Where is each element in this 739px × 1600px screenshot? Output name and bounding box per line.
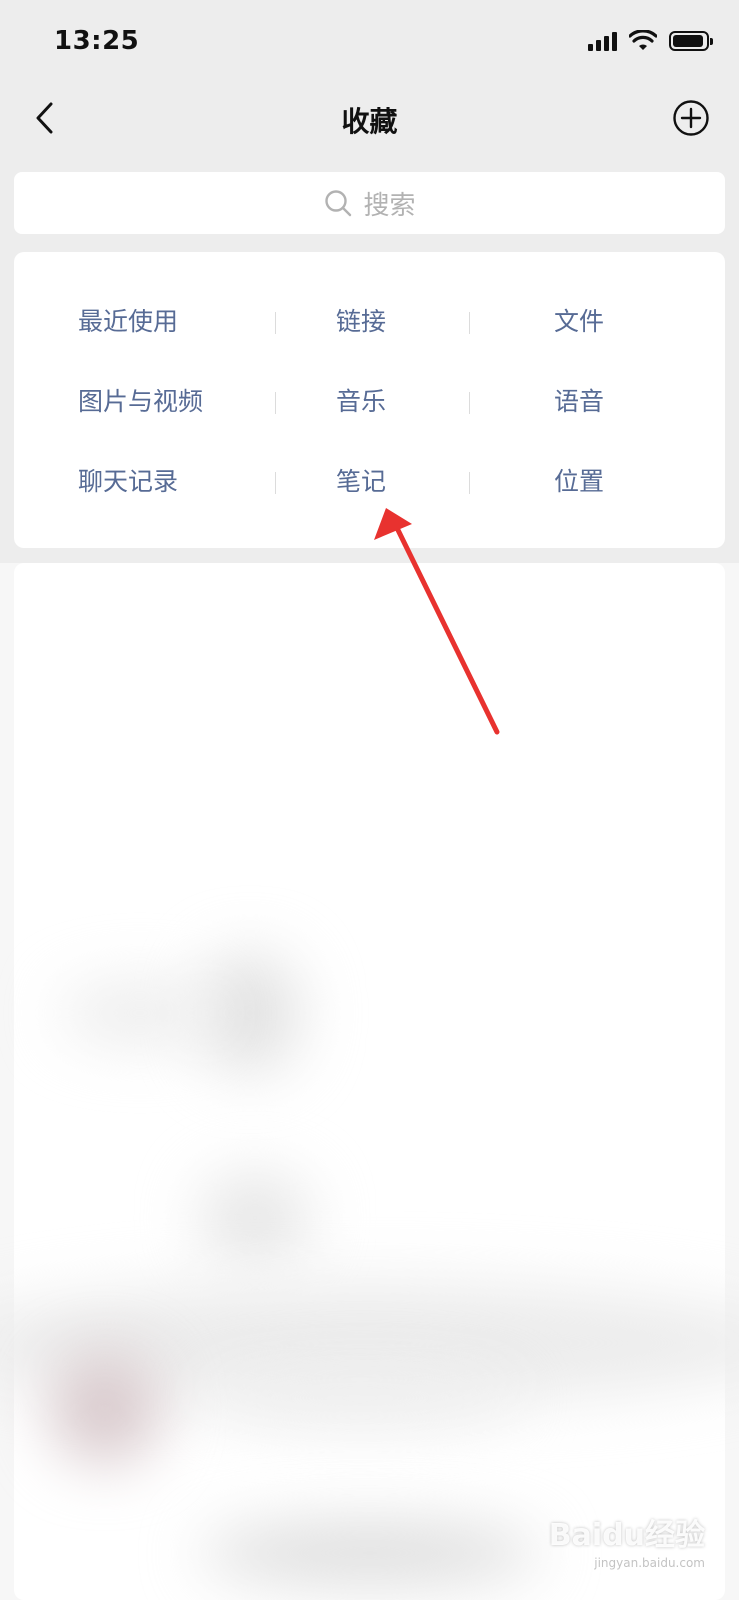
category-links[interactable]: 链接 [336,292,386,352]
watermark-url: jingyan.baidu.com [594,1556,705,1570]
divider [275,392,276,414]
favorites-list-blurred [0,563,739,1600]
nav-bar: 收藏 [0,90,739,146]
add-button[interactable] [669,96,713,140]
wifi-icon [629,30,657,50]
category-recent[interactable]: 最近使用 [78,292,178,352]
plus-circle-icon [673,100,709,136]
divider [469,472,470,494]
category-music[interactable]: 音乐 [336,372,386,432]
category-notes[interactable]: 笔记 [336,452,386,512]
category-card: 最近使用 链接 文件 图片与视频 音乐 语音 聊天记录 笔记 位置 [14,252,725,548]
divider [469,392,470,414]
category-row: 聊天记录 笔记 位置 [14,452,725,512]
category-row: 图片与视频 音乐 语音 [14,372,725,432]
blurred-avatar [50,1353,160,1463]
category-images-videos[interactable]: 图片与视频 [78,372,203,432]
divider [275,312,276,334]
category-location[interactable]: 位置 [554,452,604,512]
blurred-footer [200,1523,540,1583]
divider [275,472,276,494]
divider [469,312,470,334]
status-bar: 13:25 [0,0,739,90]
watermark: Baidu经验 jingyan.baidu.com [549,1510,705,1570]
battery-icon [669,31,713,51]
status-icons [588,30,713,52]
cellular-signal-icon [588,31,617,51]
category-voice[interactable]: 语音 [554,372,604,432]
search-icon [325,190,352,217]
search-placeholder: 搜索 [363,190,416,221]
search-input[interactable]: 搜索 [14,172,725,234]
page-title: 收藏 [341,105,398,138]
watermark-logo: Baidu经验 [548,1518,705,1553]
blurred-text [200,1373,520,1423]
category-files[interactable]: 文件 [554,292,604,352]
blurred-thumbnail [200,1173,310,1263]
category-row: 最近使用 链接 文件 [14,292,725,352]
blurred-text [60,983,220,1043]
status-time: 13:25 [54,26,140,56]
category-chat-history[interactable]: 聊天记录 [78,452,178,512]
